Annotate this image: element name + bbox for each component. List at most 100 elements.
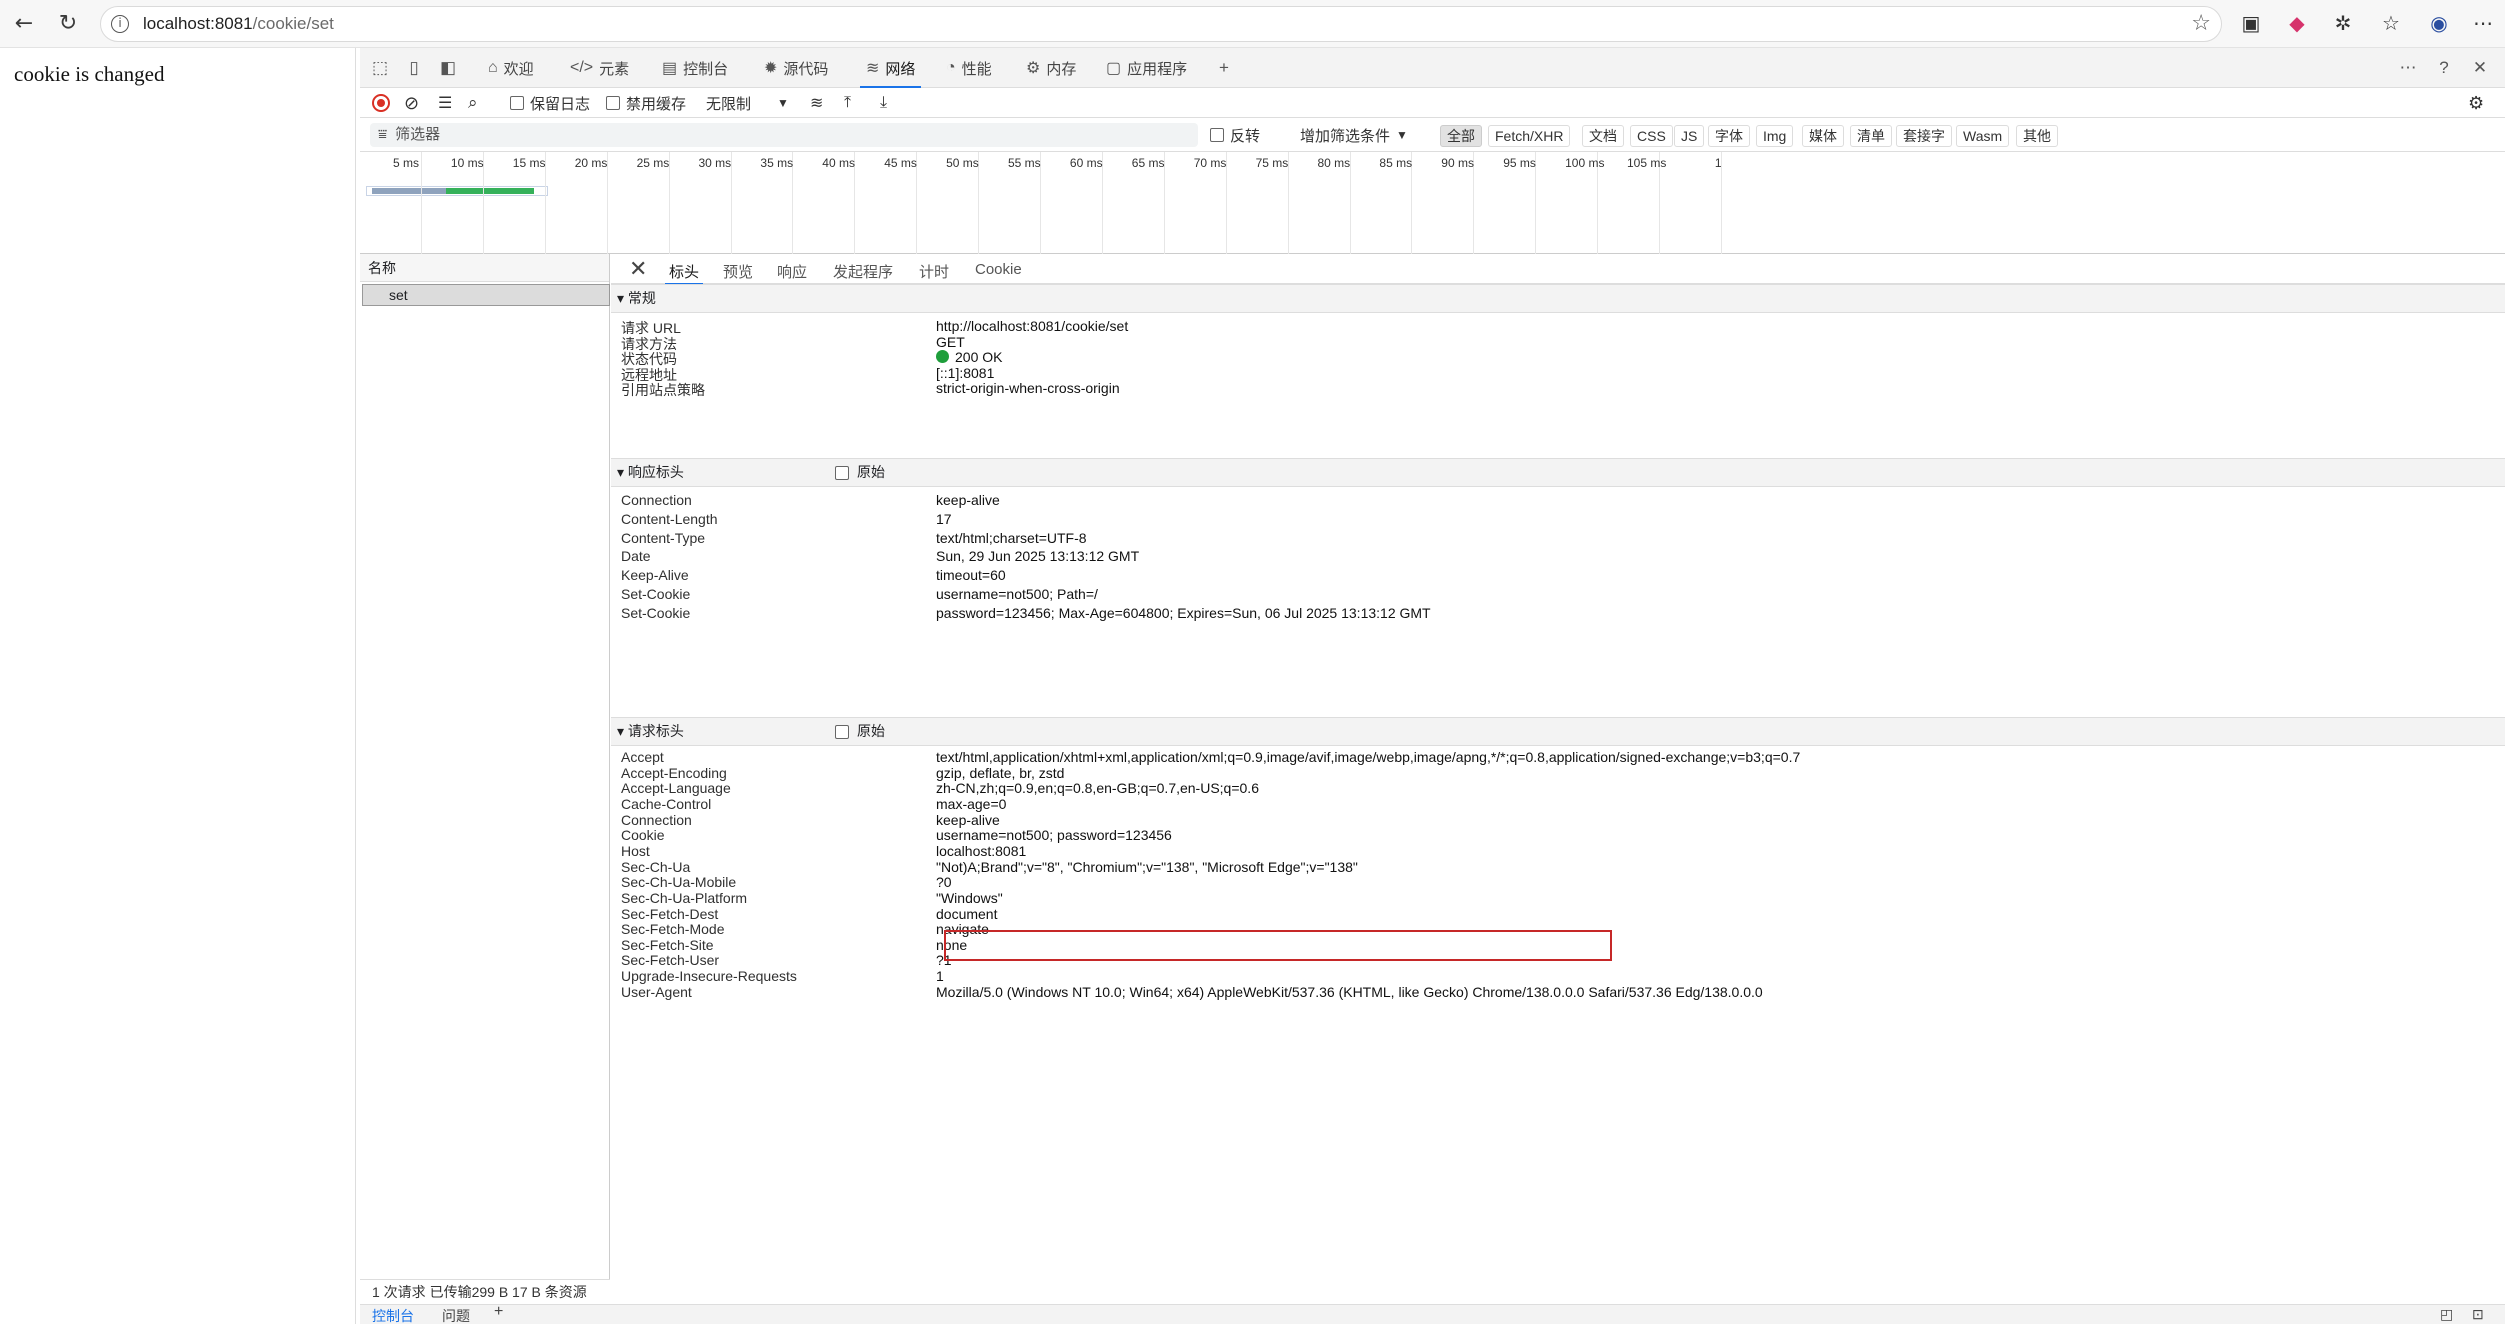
header-name[interactable]: Sec-Fetch-Dest — [621, 906, 718, 922]
more-filters-dropdown[interactable]: 增加筛选条件 ▼ — [1300, 124, 1408, 146]
filter-type-css[interactable]: CSS — [1630, 125, 1673, 147]
request-row-set[interactable]: set — [362, 284, 610, 306]
header-name[interactable]: Upgrade-Insecure-Requests — [621, 968, 797, 984]
header-name[interactable]: Sec-Fetch-User — [621, 952, 719, 968]
header-name[interactable]: Cookie — [621, 827, 665, 843]
filter-type-manifest[interactable]: 清单 — [1850, 125, 1892, 147]
header-value[interactable]: Sun, 29 Jun 2025 13:13:12 GMT — [936, 548, 1139, 564]
more-icon[interactable]: ⋯ — [2398, 58, 2418, 78]
header-name[interactable]: Set-Cookie — [621, 605, 690, 621]
tab-initiator[interactable]: 发起程序 — [833, 261, 893, 282]
header-name[interactable]: Sec-Fetch-Site — [621, 937, 714, 953]
header-name[interactable]: Accept-Language — [621, 780, 731, 796]
filter-toggle-icon[interactable]: ☰ — [438, 92, 452, 114]
header-name[interactable]: Date — [621, 548, 651, 564]
header-name[interactable]: Accept-Encoding — [621, 765, 727, 781]
filter-type-js[interactable]: JS — [1674, 125, 1705, 147]
url-text[interactable]: localhost:8081/cookie/set — [143, 14, 334, 34]
filter-type-doc[interactable]: 文档 — [1582, 125, 1624, 147]
header-name[interactable]: Sec-Fetch-Mode — [621, 921, 724, 937]
header-value[interactable]: "Windows" — [936, 890, 1003, 906]
favorites-icon[interactable]: ☆ — [2376, 8, 2406, 38]
section-request-headers[interactable]: ▾ 请求标头 原始 — [611, 717, 2505, 746]
search-icon[interactable]: ⌕ — [468, 92, 478, 114]
header-value[interactable]: username=not500; password=123456 — [936, 827, 1172, 843]
header-value[interactable]: text/html,application/xhtml+xml,applicat… — [936, 749, 1800, 765]
disable-cache-checkbox[interactable]: 禁用缓存 — [606, 92, 686, 114]
filter-type-media[interactable]: 媒体 — [1802, 125, 1844, 147]
clear-icon[interactable]: ⊘ — [404, 92, 419, 114]
close-icon[interactable]: ✕ — [629, 256, 647, 282]
header-name[interactable]: User-Agent — [621, 984, 692, 1000]
drawer-tab-console[interactable]: 控制台 — [372, 1306, 414, 1326]
header-value[interactable]: password=123456; Max-Age=604800; Expires… — [936, 605, 1431, 621]
tab-sources[interactable]: ✹ 源代码 — [764, 56, 828, 80]
tab-console[interactable]: ▤ 控制台 — [662, 56, 728, 80]
device-toolbar-icon[interactable]: ▯ — [404, 58, 424, 78]
screenshot-icon[interactable]: ⊡ — [2472, 1306, 2484, 1323]
filter-type-fetch[interactable]: Fetch/XHR — [1488, 125, 1571, 147]
profile-icon[interactable]: ◉ — [2424, 8, 2454, 38]
tab-elements[interactable]: </> 元素 — [570, 56, 629, 80]
header-name[interactable]: Sec-Ch-Ua-Mobile — [621, 874, 736, 890]
drawer-tab-issues[interactable]: 问题 — [442, 1306, 470, 1326]
tab-headers[interactable]: 标头 — [664, 261, 704, 285]
header-value[interactable]: strict-origin-when-cross-origin — [936, 380, 1120, 396]
dock-icon[interactable]: ◧ — [438, 58, 458, 78]
filter-type-wasm[interactable]: Wasm — [1956, 125, 2010, 147]
extension-icon[interactable]: ✲ — [2328, 8, 2358, 38]
header-name[interactable]: Connection — [621, 812, 692, 828]
header-value[interactable]: gzip, deflate, br, zstd — [936, 765, 1064, 781]
header-name[interactable]: Host — [621, 843, 650, 859]
tab-cookies[interactable]: Cookie — [975, 261, 1022, 278]
header-value[interactable]: http://localhost:8081/cookie/set — [936, 318, 1128, 334]
header-value[interactable]: document — [936, 906, 997, 922]
refresh-icon[interactable]: ↻ — [52, 8, 84, 40]
record-button[interactable] — [372, 92, 390, 114]
section-response-headers[interactable]: ▾ 响应标头 原始 — [611, 458, 2505, 487]
header-name[interactable]: Connection — [621, 492, 692, 508]
header-name[interactable]: Content-Type — [621, 530, 705, 546]
filter-input[interactable]: ⩸ 筛选器 — [370, 123, 1198, 147]
info-icon[interactable]: i — [111, 15, 129, 33]
settings-icon[interactable]: ⚙ — [2468, 92, 2484, 114]
header-value[interactable]: zh-CN,zh;q=0.9,en;q=0.8,en-GB;q=0.7,en-U… — [936, 780, 1259, 796]
star-icon[interactable]: ☆ — [2191, 11, 2211, 36]
tab-response[interactable]: 响应 — [777, 261, 807, 282]
import-icon[interactable]: ⤒ — [844, 92, 851, 114]
network-conditions-icon[interactable]: ≋ — [810, 92, 823, 114]
header-name[interactable]: Sec-Ch-Ua — [621, 859, 690, 875]
header-value[interactable]: localhost:8081 — [936, 843, 1026, 859]
header-name[interactable]: Sec-Ch-Ua-Platform — [621, 890, 747, 906]
header-name[interactable]: Set-Cookie — [621, 586, 690, 602]
section-general[interactable]: ▾ 常规 — [611, 284, 2505, 313]
header-value[interactable]: [::1]:8081 — [936, 365, 994, 381]
dock-icon[interactable]: ◰ — [2440, 1306, 2453, 1323]
header-name[interactable]: Accept — [621, 749, 664, 765]
header-value[interactable]: max-age=0 — [936, 796, 1006, 812]
filter-type-other[interactable]: 其他 — [2016, 125, 2058, 147]
header-value[interactable]: 200 OK — [936, 349, 1002, 365]
raw-checkbox[interactable]: 原始 — [835, 718, 885, 745]
tab-performance[interactable]: ◔ 性能 — [946, 56, 992, 80]
network-timeline[interactable]: 5 ms 10 ms 15 ms 20 ms 25 ms 30 ms 35 ms 40 ms 4… — [360, 152, 2505, 254]
extension-icon[interactable]: ▣ — [2236, 8, 2266, 38]
tab-network[interactable]: ≋ 网络 — [859, 56, 922, 88]
export-icon[interactable]: ⤓ — [880, 92, 887, 114]
header-value[interactable]: keep-alive — [936, 492, 1000, 508]
header-value[interactable]: ?0 — [936, 874, 952, 890]
header-value[interactable]: 17 — [936, 511, 952, 527]
invert-checkbox[interactable]: 反转 — [1210, 124, 1260, 146]
tab-application[interactable]: ▢ 应用程序 — [1106, 56, 1187, 80]
address-bar[interactable]: i localhost:8081/cookie/set ☆ — [100, 6, 2222, 42]
tab-memory[interactable]: ⚙ 内存 — [1026, 56, 1076, 80]
throttle-select[interactable]: 无限制 ▼ — [706, 92, 789, 114]
header-name[interactable]: 引用站点策略 — [621, 380, 705, 400]
add-tab-icon[interactable]: + — [494, 1303, 503, 1321]
extension-icon[interactable]: ◆ — [2282, 8, 2312, 38]
header-value[interactable]: "Not)A;Brand";v="8", "Chromium";v="138",… — [936, 859, 1358, 875]
header-value[interactable]: text/html;charset=UTF-8 — [936, 530, 1087, 546]
header-value[interactable]: Mozilla/5.0 (Windows NT 10.0; Win64; x64… — [936, 984, 1763, 1000]
tab-welcome[interactable]: ⌂ 欢迎 — [488, 56, 534, 80]
close-icon[interactable]: ✕ — [2470, 58, 2490, 78]
